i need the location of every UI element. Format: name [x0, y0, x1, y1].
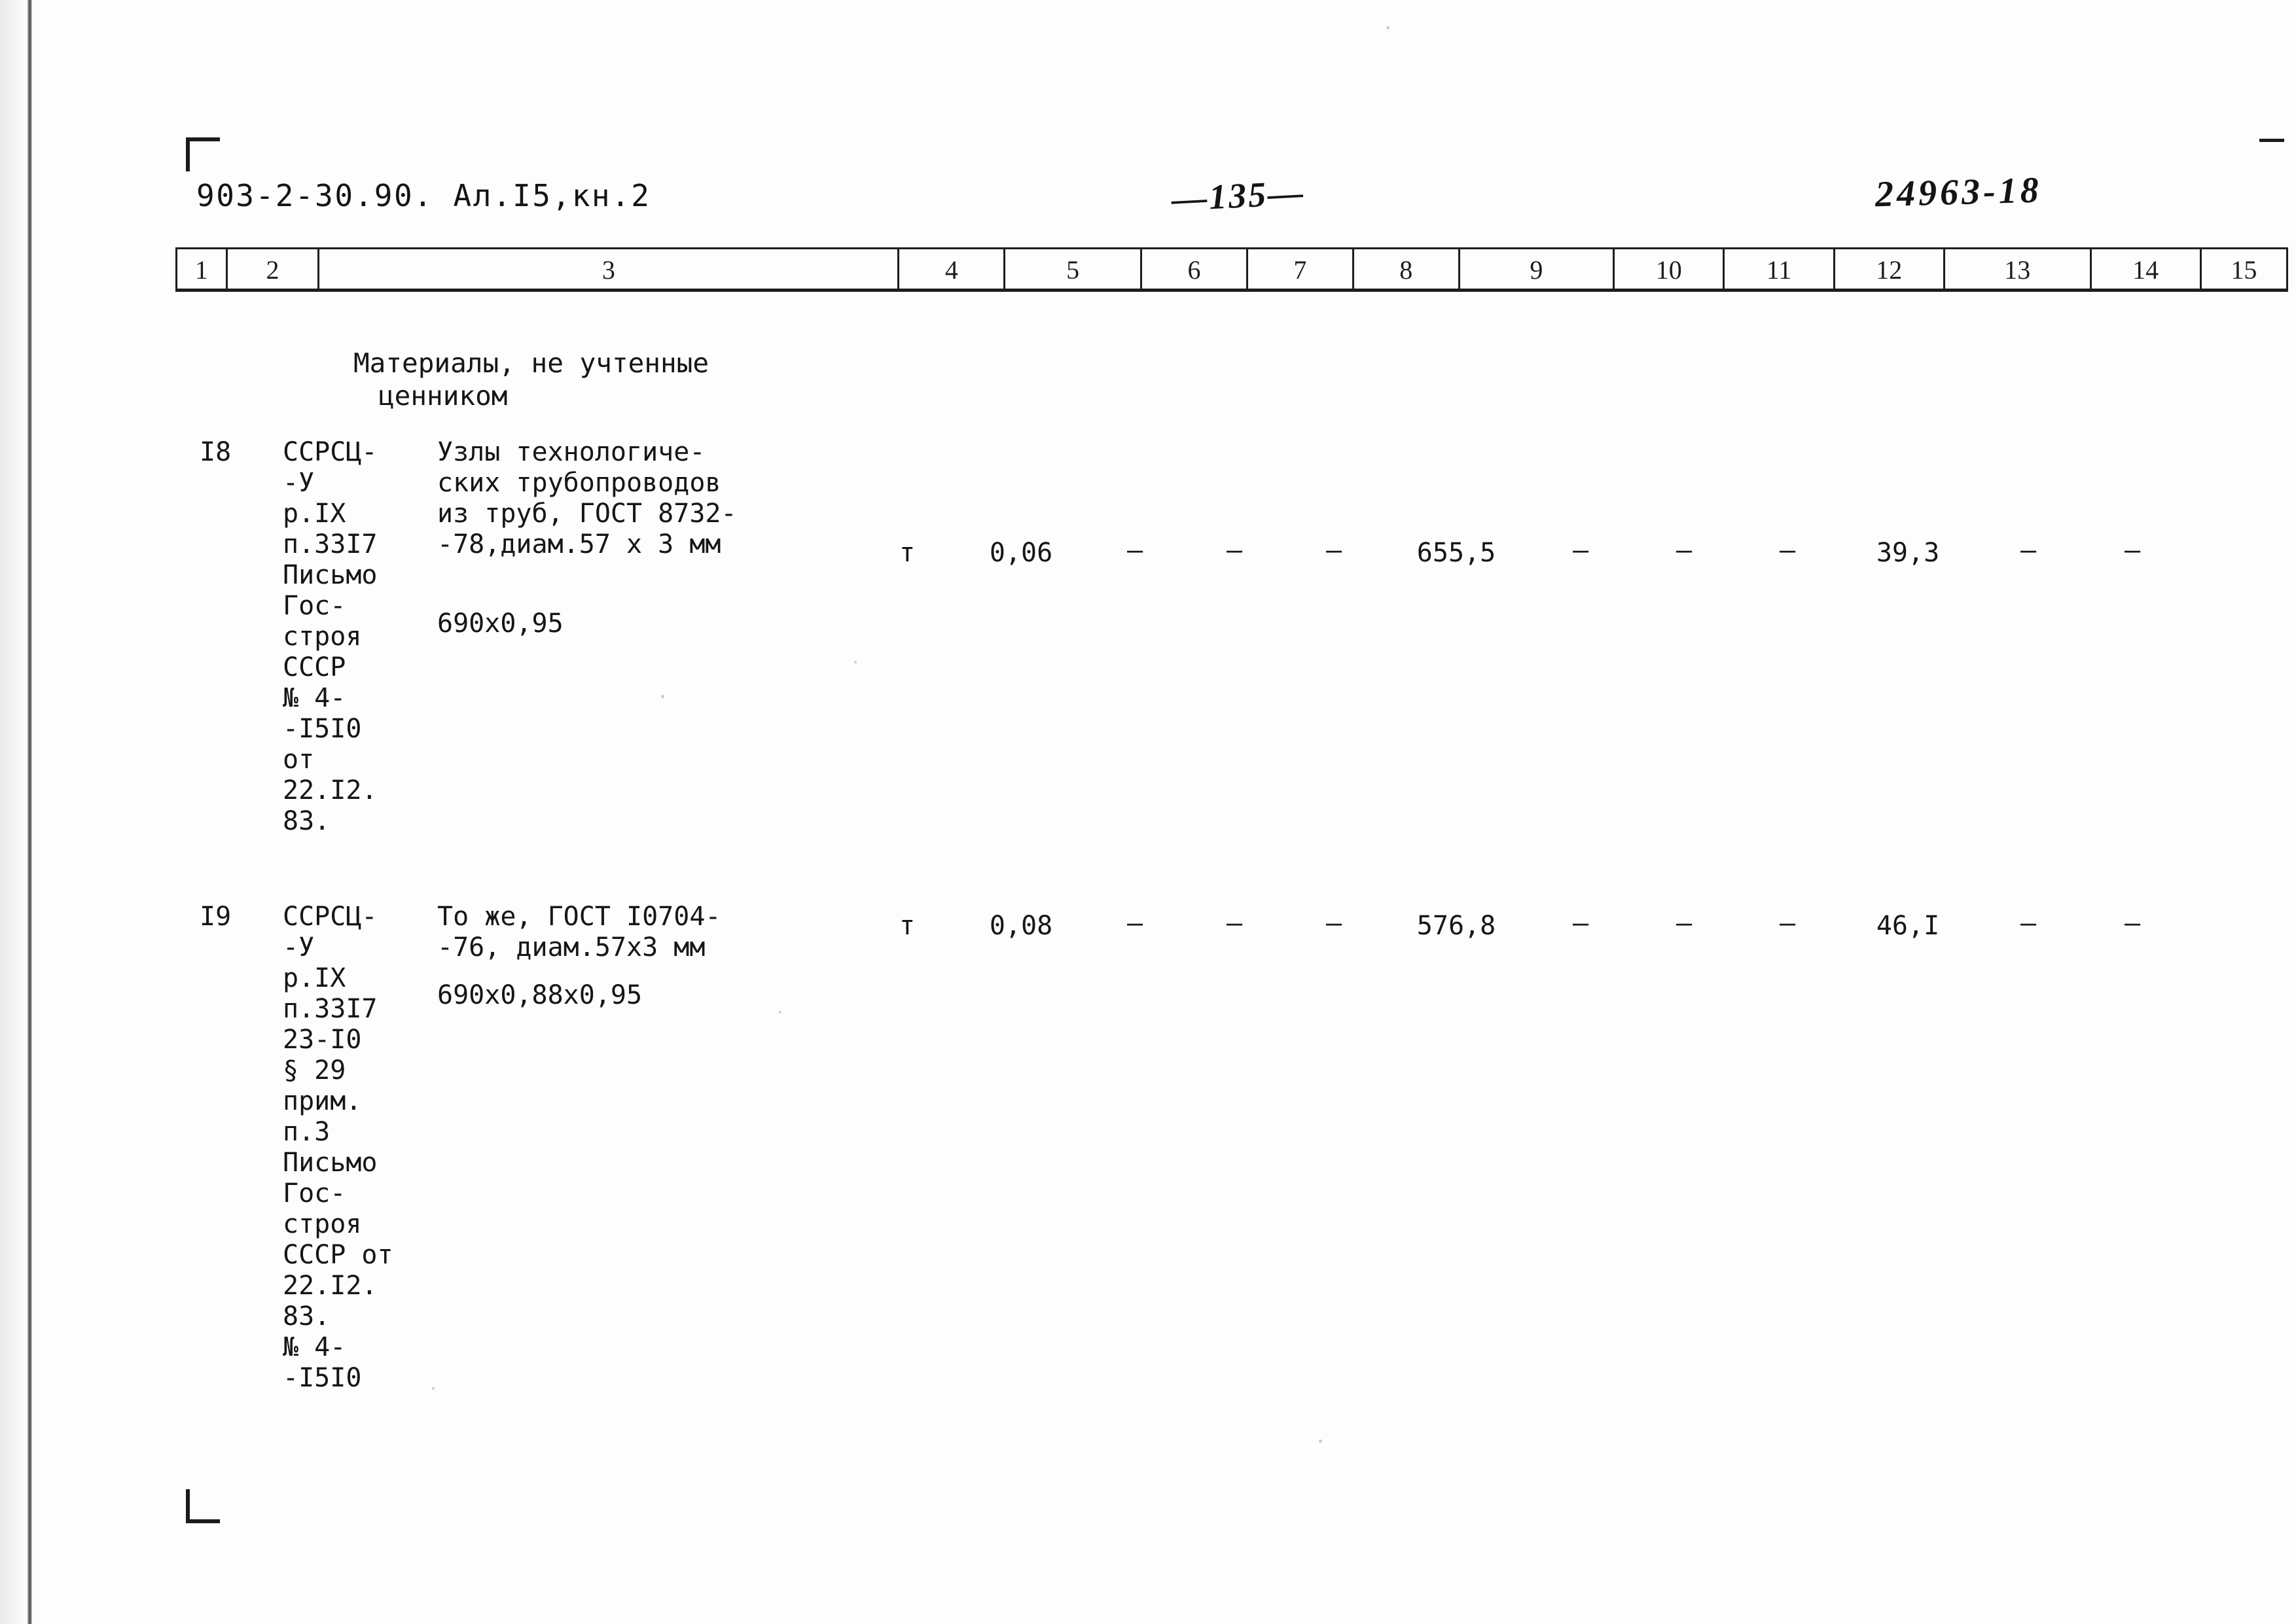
document-page: 903-2-30.90. Ал.I5,кн.2 —135— 24963-18 1… — [0, 0, 2296, 1624]
row-unit: т — [899, 911, 916, 941]
scan-speck — [1319, 1439, 1322, 1443]
section-title-line-1: Материалы, не учтенные — [353, 347, 709, 379]
row-value-13: 39,3 — [1876, 538, 1940, 568]
row-coefficient: 690х0,88х0,95 — [437, 980, 643, 1010]
row-value-10: — — [1572, 908, 1589, 938]
row-value-9: 576,8 — [1416, 911, 1496, 941]
row-value-9: 655,5 — [1416, 538, 1496, 568]
row-value-15: — — [2124, 535, 2141, 565]
row-value-8: — — [1325, 535, 1342, 565]
scan-speck — [1386, 26, 1390, 29]
row-value-8: — — [1325, 908, 1342, 938]
table-body: Материалы, не учтенные ценником I8 ССРСЦ… — [0, 0, 2296, 1624]
row-quantity: 0,06 — [989, 538, 1053, 568]
row-description: Узлы технологиче- ских трубопроводов из … — [437, 437, 737, 559]
row-value-10: — — [1572, 535, 1589, 565]
row-value-7: — — [1226, 535, 1243, 565]
row-value-14: — — [2020, 535, 2037, 565]
row-value-11: — — [1676, 908, 1693, 938]
row-value-6: — — [1126, 535, 1143, 565]
row-value-6: — — [1126, 908, 1143, 938]
row-value-12: — — [1779, 535, 1796, 565]
row-value-14: — — [2020, 908, 2037, 938]
row-value-7: — — [1226, 908, 1243, 938]
row-justification: ССРСЦ- -У р.IX п.33I7 Письмо Гос- строя … — [283, 437, 378, 836]
row-value-15: — — [2124, 908, 2141, 938]
scan-speck — [661, 695, 664, 698]
scan-speck — [779, 1011, 781, 1014]
row-value-13: 46,I — [1876, 911, 1940, 941]
row-coefficient: 690х0,95 — [437, 609, 564, 639]
row-justification: ССРСЦ- -У р.IX п.33I7 23-I0 § 29 прим. п… — [283, 902, 393, 1393]
scan-speck — [854, 661, 857, 663]
section-title-line-2: ценником — [378, 380, 508, 412]
row-value-11: — — [1676, 535, 1693, 565]
row-number: I9 — [200, 902, 232, 932]
row-unit: т — [899, 538, 916, 568]
row-description: То же, ГОСТ I0704- -76, диам.57х3 мм — [437, 902, 721, 962]
row-number: I8 — [200, 437, 232, 467]
row-quantity: 0,08 — [989, 911, 1053, 941]
row-value-12: — — [1779, 908, 1796, 938]
scan-speck — [432, 1387, 435, 1390]
